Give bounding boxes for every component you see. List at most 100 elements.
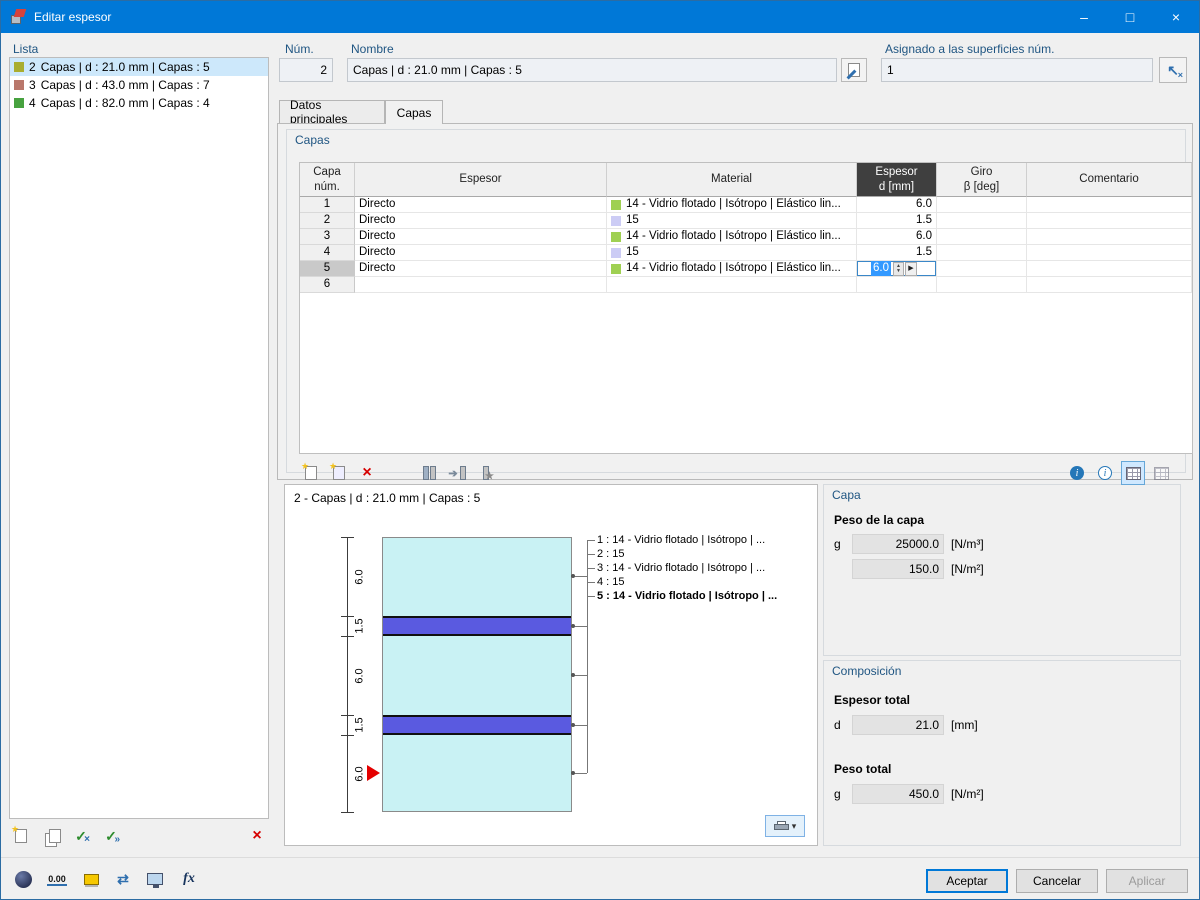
thickness-value-cell[interactable]: 1.5: [857, 213, 937, 229]
thickness-list[interactable]: 2 Capas | d : 21.0 mm | Capas : 5 3 Capa…: [9, 57, 269, 819]
title-bar: Editar espesor – □ ×: [1, 1, 1199, 33]
list-item[interactable]: 2 Capas | d : 21.0 mm | Capas : 5: [10, 58, 268, 76]
list-item[interactable]: 4 Capas | d : 82.0 mm | Capas : 4: [10, 94, 268, 112]
apply-button[interactable]: Aplicar: [1106, 869, 1188, 893]
delete-layer-button[interactable]: ×: [355, 461, 379, 485]
comment-cell[interactable]: [1027, 197, 1192, 213]
material-library-button[interactable]: [417, 461, 441, 485]
units-button[interactable]: 0.00: [43, 865, 71, 893]
col-header-espesor[interactable]: Espesor: [355, 163, 607, 197]
name-field[interactable]: Capas | d : 21.0 mm | Capas : 5: [347, 58, 837, 82]
col-header-espesor-d[interactable]: Espesor d [mm]: [857, 163, 937, 197]
assigned-surfaces-field[interactable]: 1: [881, 58, 1153, 82]
edit-name-button[interactable]: [841, 58, 867, 82]
tab-capas[interactable]: Capas: [385, 100, 443, 124]
detail-button[interactable]: ▶: [905, 261, 917, 276]
rotation-cell[interactable]: [937, 197, 1027, 213]
thickness-edit-value[interactable]: 6.0: [871, 261, 891, 276]
cross-section-preview: 2 - Capas | d : 21.0 mm | Capas : 5 6.0 …: [284, 484, 818, 846]
capas-tab-page: Capas Capa núm. Espesor Material Espesor…: [277, 123, 1193, 485]
total-weight-unit: [N/m²]: [951, 787, 984, 801]
thickness-type-cell[interactable]: Directo: [355, 197, 607, 213]
pick-surfaces-button[interactable]: ↖ ×: [1159, 57, 1187, 83]
comment-cell[interactable]: [1027, 229, 1192, 245]
table-view-toggle-button[interactable]: [1121, 461, 1145, 485]
row-number-cell[interactable]: 6: [300, 277, 355, 293]
row-number-cell[interactable]: 3: [300, 229, 355, 245]
delete-icon: ×: [252, 827, 262, 844]
apply-arrow-icon: ➔: [448, 467, 458, 480]
rotation-cell[interactable]: [937, 277, 1027, 293]
row-number-cell[interactable]: 4: [300, 245, 355, 261]
check-entries-button[interactable]: ✓ ×: [69, 824, 93, 848]
spinner-control[interactable]: ▲ ▼: [893, 261, 904, 276]
material-cell[interactable]: [607, 277, 857, 293]
material-name: 14 - Vidrio flotado | Isótropo | Elástic…: [626, 230, 841, 242]
spinner-down-icon[interactable]: ▼: [894, 268, 903, 274]
table-export-button[interactable]: [1149, 461, 1173, 485]
unit-weight-unit: [N/m³]: [951, 537, 984, 551]
monitor-icon: [147, 873, 163, 888]
thickness-value-cell[interactable]: 6.0: [857, 229, 937, 245]
new-thickness-button[interactable]: ★: [9, 824, 33, 848]
thickness-value-cell[interactable]: 6.0: [857, 197, 937, 213]
thickness-value-cell[interactable]: 1.5: [857, 245, 937, 261]
material-save-button[interactable]: ★: [473, 461, 497, 485]
g-total-label: g: [834, 787, 841, 801]
name-label: Nombre: [351, 42, 394, 56]
comment-cell[interactable]: [1027, 213, 1192, 229]
insert-layer-button[interactable]: ★: [327, 461, 351, 485]
rotation-cell[interactable]: [937, 213, 1027, 229]
maximize-button[interactable]: □: [1107, 1, 1153, 33]
accept-button[interactable]: Aceptar: [926, 869, 1008, 893]
col-header-capa-num[interactable]: Capa núm.: [300, 163, 355, 197]
cancel-button[interactable]: Cancelar: [1016, 869, 1098, 893]
print-button[interactable]: ▾: [765, 815, 805, 837]
display-button[interactable]: [141, 865, 169, 893]
layer-info-alt-button[interactable]: i: [1093, 461, 1117, 485]
copy-icon: [41, 826, 61, 847]
material-cell[interactable]: 14 - Vidrio flotado | Isótropo | Elástic…: [607, 261, 857, 277]
minimize-button[interactable]: –: [1061, 1, 1107, 33]
list-item-label: Capas | d : 21.0 mm | Capas : 5: [40, 60, 210, 74]
comment-button[interactable]: [9, 865, 37, 893]
thickness-type-cell[interactable]: Directo: [355, 213, 607, 229]
layer-info-button[interactable]: i: [1065, 461, 1089, 485]
col-header-material[interactable]: Material: [607, 163, 857, 197]
material-cell[interactable]: 14 - Vidrio flotado | Isótropo | Elástic…: [607, 229, 857, 245]
row-number-cell[interactable]: 5: [300, 261, 355, 277]
delete-all-button[interactable]: ×: [245, 824, 269, 848]
colors-button[interactable]: [77, 865, 105, 893]
rotation-cell[interactable]: [937, 261, 1027, 277]
comment-cell[interactable]: [1027, 245, 1192, 261]
material-cell[interactable]: 14 - Vidrio flotado | Isótropo | Elástic…: [607, 197, 857, 213]
tab-datos-principales[interactable]: Datos principales: [279, 98, 385, 126]
add-layer-button[interactable]: ★: [299, 461, 323, 485]
comment-cell[interactable]: [1027, 261, 1192, 277]
col-header-giro[interactable]: Giro β [deg]: [937, 163, 1027, 197]
material-color-swatch: [611, 199, 621, 210]
rotation-cell[interactable]: [937, 229, 1027, 245]
thickness-type-cell[interactable]: Directo: [355, 229, 607, 245]
close-button[interactable]: ×: [1153, 1, 1199, 33]
material-cell[interactable]: 15: [607, 213, 857, 229]
copy-thickness-button[interactable]: [39, 824, 63, 848]
thickness-type-cell[interactable]: Directo: [355, 245, 607, 261]
col-header-comentario[interactable]: Comentario: [1027, 163, 1192, 197]
thickness-type-cell[interactable]: [355, 277, 607, 293]
regenerate-entries-button[interactable]: ✓ »: [99, 824, 123, 848]
list-item[interactable]: 3 Capas | d : 43.0 mm | Capas : 7: [10, 76, 268, 94]
table-toolbar: ★ ★ × ➔ ★ i i: [299, 460, 1173, 486]
edit-thickness-dialog: Editar espesor – □ × Lista 2 Capas | d :…: [0, 0, 1200, 900]
comment-cell[interactable]: [1027, 277, 1192, 293]
thickness-value-cell[interactable]: [857, 277, 937, 293]
thickness-value-edit-cell[interactable]: 6.0 ▲ ▼ ▶: [857, 261, 937, 277]
numbering-button[interactable]: ⇄: [109, 865, 137, 893]
row-number-cell[interactable]: 1: [300, 197, 355, 213]
material-cell[interactable]: 15: [607, 245, 857, 261]
rotation-cell[interactable]: [937, 245, 1027, 261]
row-number-cell[interactable]: 2: [300, 213, 355, 229]
thickness-type-cell[interactable]: Directo: [355, 261, 607, 277]
material-apply-button[interactable]: ➔: [445, 461, 469, 485]
function-button[interactable]: fx: [175, 865, 203, 893]
